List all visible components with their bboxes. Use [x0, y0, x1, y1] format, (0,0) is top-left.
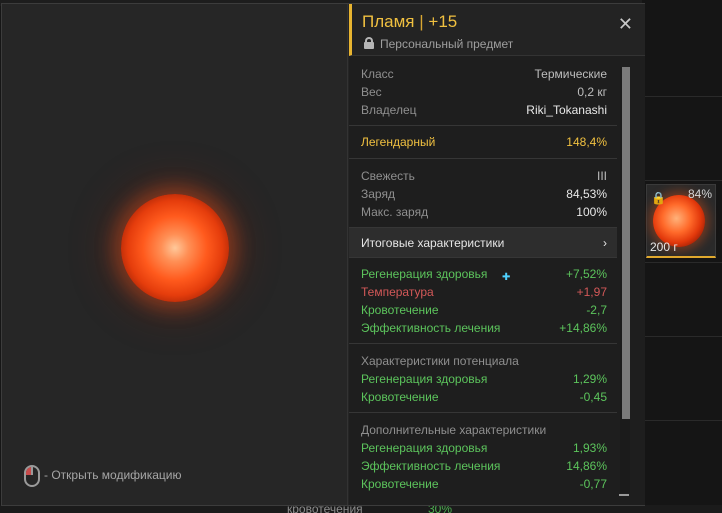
state-row-charge: Заряд 84,53%: [361, 185, 607, 203]
additional-section: Дополнительные характеристики Регенераци…: [349, 413, 617, 499]
item-popup: - Открыть модификацию Пламя | +15 Персон…: [1, 3, 645, 506]
inventory-slot-flame[interactable]: 🔒 84% 200 г: [646, 184, 716, 258]
row-value: Riki_Tokanashi: [526, 103, 607, 117]
row-label: Макс. заряд: [361, 205, 429, 219]
item-header: Пламя | +15 Персональный предмет ✕: [349, 4, 645, 56]
additional-row: Эффективность лечения 14,86%: [361, 457, 607, 475]
total-row: Регенерация здоровья +7,52%: [361, 265, 607, 283]
scrollbar-thumb[interactable]: [622, 67, 630, 419]
row-value: 84,53%: [566, 187, 607, 201]
lock-icon: 🔒: [651, 191, 666, 205]
close-icon[interactable]: ✕: [618, 14, 633, 35]
row-label: Класс: [361, 67, 394, 81]
row-value: III: [596, 169, 607, 183]
row-value: +14,86%: [559, 321, 607, 335]
mouse-left-click-icon: [24, 465, 40, 487]
additional-row: Регенерация здоровья 1,93%: [361, 439, 607, 457]
slot-weight: 200 г: [650, 240, 678, 254]
row-label: Регенерация здоровья: [361, 267, 488, 281]
summary-stats-button[interactable]: Итоговые характеристики ›: [349, 228, 617, 258]
row-value: +7,52%: [565, 267, 607, 281]
item-type-label: Персональный предмет: [380, 37, 514, 51]
inventory-cell-divider: [642, 180, 722, 181]
row-label: Свежесть: [361, 169, 415, 183]
row-label: Владелец: [361, 103, 417, 117]
potential-row: Кровотечение -0,45: [361, 388, 607, 406]
inventory-cell-divider: [642, 262, 722, 263]
item-type: Персональный предмет: [364, 37, 513, 51]
row-value: 1,93%: [572, 441, 607, 455]
item-stats: Класс Термические Вес 0,2 кг Владелец Riki_…: [349, 57, 617, 505]
row-value: 0,2 кг: [577, 85, 607, 99]
potential-title: Характеристики потенциала: [361, 354, 519, 368]
inventory-cell-divider: [642, 96, 722, 97]
info-row-weight: Вес 0,2 кг: [361, 83, 607, 101]
row-label: Регенерация здоровья: [361, 441, 488, 455]
cursor-crosshair-icon: ✚: [502, 272, 511, 283]
row-value: -2,7: [586, 303, 607, 317]
potential-row: Регенерация здоровья 1,29%: [361, 370, 607, 388]
row-value: -0,45: [579, 390, 607, 404]
row-label: Эффективность лечения: [361, 459, 501, 473]
additional-row: Кровотечение -0,77: [361, 475, 607, 493]
row-value: Термические: [534, 67, 607, 81]
item-title: Пламя | +15: [362, 12, 457, 32]
rarity-section: Легендарный 148,4%: [349, 126, 617, 159]
chevron-right-icon: ›: [603, 235, 607, 250]
row-value: +1,97: [576, 285, 607, 299]
total-row: Температура +1,97: [361, 283, 607, 301]
additional-title: Дополнительные характеристики: [361, 423, 547, 437]
row-label: Эффективность лечения: [361, 321, 501, 335]
rarity-label: Легендарный: [361, 135, 436, 149]
row-value: -0,77: [579, 477, 607, 491]
potential-section: Характеристики потенциала Регенерация зд…: [349, 344, 617, 413]
row-label: Температура: [361, 285, 434, 299]
item-preview: - Открыть модификацию: [2, 4, 348, 505]
rarity-value: 148,4%: [566, 135, 607, 149]
row-value: 14,86%: [566, 459, 607, 473]
row-label: Кровотечение: [361, 477, 439, 491]
item-upgrade-level: +15: [428, 12, 458, 31]
total-row: Кровотечение -2,7: [361, 301, 607, 319]
inventory-background-bottom: кровотечения 30%: [0, 502, 722, 513]
row-label: Вес: [361, 85, 382, 99]
row-label: Кровотечение: [361, 303, 439, 317]
row-label: Регенерация здоровья: [361, 372, 488, 386]
lock-icon: [364, 37, 374, 49]
open-modification-hint[interactable]: - Открыть модификацию: [44, 468, 182, 482]
scrollbar-end: [619, 494, 629, 496]
state-section: Свежесть III Заряд 84,53% Макс. заряд 100%: [349, 159, 617, 228]
item-name: Пламя: [362, 12, 415, 31]
flame-artifact-image: [121, 194, 229, 302]
slot-charge: 84%: [687, 187, 712, 201]
row-value: 1,29%: [572, 372, 607, 386]
item-details-panel: Пламя | +15 Персональный предмет ✕ Класс…: [349, 4, 645, 505]
info-row-class: Класс Термические: [361, 65, 607, 83]
info-section: Класс Термические Вес 0,2 кг Владелец Riki_…: [349, 57, 617, 126]
state-row-max-charge: Макс. заряд 100%: [361, 203, 607, 221]
summary-stats-label: Итоговые характеристики: [361, 235, 505, 250]
info-row-owner: Владелец Riki_Tokanashi: [361, 101, 607, 119]
row-label: Кровотечение: [361, 390, 439, 404]
total-row: Эффективность лечения +14,86%: [361, 319, 607, 337]
title-separator: |: [419, 12, 424, 31]
inventory-cell-divider: [642, 420, 722, 421]
totals-section: Регенерация здоровья +7,52% Температура +1…: [349, 258, 617, 344]
row-value: 100%: [576, 205, 607, 219]
inventory-cell-divider: [642, 336, 722, 337]
row-label: Заряд: [361, 187, 395, 201]
rarity-row: Легендарный 148,4%: [361, 133, 607, 151]
state-row-freshness: Свежесть III: [361, 167, 607, 185]
